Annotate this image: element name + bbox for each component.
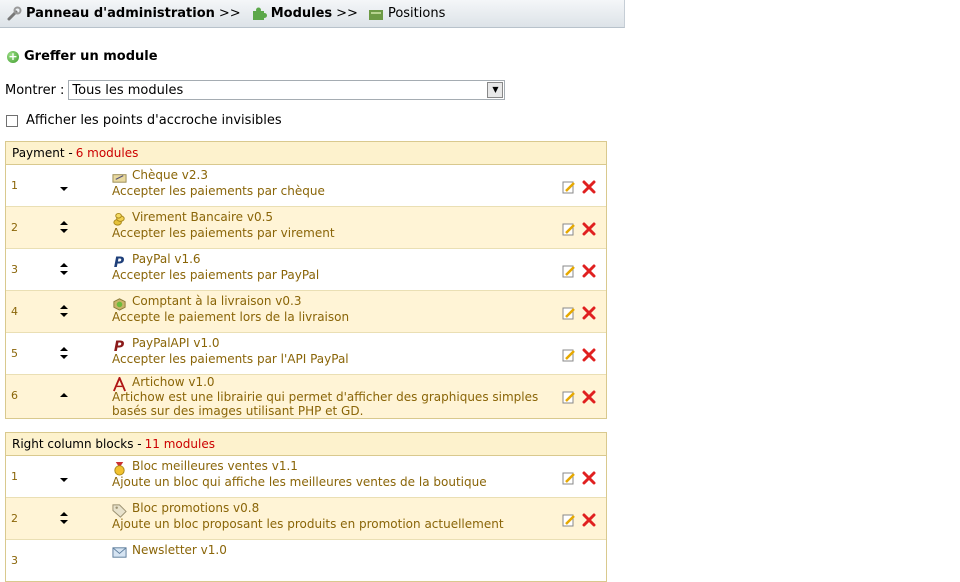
table-row: 2 Virement Bancaire v0.5 Accepter les pa… xyxy=(6,207,606,249)
section-header: Right column blocks - 11 modules xyxy=(6,433,606,456)
invisible-hooks-toggle: Afficher les points d'accroche invisible… xyxy=(6,113,282,128)
row-position: 2 xyxy=(11,221,18,234)
table-row: 2 Bloc promotions v0.8 Ajoute un bloc pr… xyxy=(6,498,606,540)
row-position: 3 xyxy=(11,263,18,276)
breadcrumb: Panneau d'administration >> Modules >> P… xyxy=(0,0,625,28)
section-header: Payment - 6 modules xyxy=(6,142,606,165)
module-description: Ajoute un bloc qui affiche les meilleure… xyxy=(112,475,487,489)
table-row: 5 P PayPalAPI v1.0 Accepter les paiement… xyxy=(6,333,606,375)
breadcrumb-root[interactable]: Panneau d'administration xyxy=(26,6,215,21)
edit-icon[interactable] xyxy=(562,180,576,194)
move-up-down-icon[interactable] xyxy=(58,345,70,361)
module-name: PayPalAPI v1.0 xyxy=(132,336,220,350)
filter-select-value: Tous les modules xyxy=(72,82,184,98)
move-up-icon[interactable] xyxy=(58,387,70,403)
filter-label: Montrer : xyxy=(5,82,65,98)
table-row: 6 Artichow v1.0 Artichow est une librair… xyxy=(6,375,606,418)
edit-icon[interactable] xyxy=(562,222,576,236)
delete-icon[interactable] xyxy=(582,348,596,362)
module-name: Virement Bancaire v0.5 xyxy=(132,210,274,224)
breadcrumb-modules[interactable]: Modules xyxy=(271,6,332,21)
row-position: 1 xyxy=(11,470,18,483)
module-name: Artichow v1.0 xyxy=(132,375,215,389)
delete-icon[interactable] xyxy=(582,390,596,404)
delete-icon[interactable] xyxy=(582,264,596,278)
module-description: Ajoute un bloc proposant les produits en… xyxy=(112,517,504,531)
move-up-down-icon[interactable] xyxy=(58,219,70,235)
section-title: Payment - xyxy=(12,146,73,160)
medal-icon xyxy=(114,461,125,476)
paypal-icon: P xyxy=(114,255,125,269)
module-name: PayPal v1.6 xyxy=(132,252,201,266)
move-down-icon[interactable] xyxy=(58,468,70,484)
table-row: 1 Bloc meilleures ventes v1.1 Ajoute un … xyxy=(6,456,606,498)
add-icon: + xyxy=(7,49,19,63)
module-name: Comptant à la livraison v0.3 xyxy=(132,294,302,308)
move-up-down-icon[interactable] xyxy=(58,261,70,277)
row-position: 6 xyxy=(11,389,18,402)
add-module-link[interactable]: + Greffer un module xyxy=(7,49,158,64)
invisible-hooks-checkbox[interactable] xyxy=(6,114,18,127)
edit-icon[interactable] xyxy=(562,471,576,485)
edit-icon[interactable] xyxy=(562,264,576,278)
move-down-icon[interactable] xyxy=(58,177,70,193)
edit-icon[interactable] xyxy=(562,306,576,320)
delete-icon[interactable] xyxy=(582,222,596,236)
table-row: 1 Chèque v2.3 Accepter les paiements par… xyxy=(6,165,606,207)
hook-section-payment: Payment - 6 modules 1 Chèque v2.3 Accept… xyxy=(5,141,607,419)
cash-box-icon xyxy=(113,298,126,311)
row-position: 1 xyxy=(11,179,18,192)
row-position: 5 xyxy=(11,347,18,360)
invisible-hooks-label: Afficher les points d'accroche invisible… xyxy=(26,113,282,128)
wrench-icon xyxy=(6,6,22,22)
breadcrumb-current: Positions xyxy=(387,6,446,21)
edit-icon[interactable] xyxy=(562,390,576,404)
edit-icon[interactable] xyxy=(562,513,576,527)
section-count: 6 modules xyxy=(75,146,139,160)
svg-text:P: P xyxy=(114,255,125,269)
delete-icon[interactable] xyxy=(582,306,596,320)
section-count: 11 modules xyxy=(144,437,215,451)
module-description: Accepter les paiements par chèque xyxy=(112,184,325,198)
add-module-label: Greffer un module xyxy=(24,49,158,64)
delete-icon[interactable] xyxy=(582,513,596,527)
chevron-down-icon[interactable]: ▼ xyxy=(487,82,504,98)
hook-section-right-column: Right column blocks - 11 modules 1 Bloc … xyxy=(5,432,607,582)
delete-icon[interactable] xyxy=(582,471,596,485)
cheque-icon xyxy=(112,174,127,183)
filter-select[interactable]: Tous les modules ▼ xyxy=(68,80,506,100)
positions-icon xyxy=(368,6,384,22)
module-name: Bloc meilleures ventes v1.1 xyxy=(132,459,298,473)
module-description: Artichow est une librairie qui permet d'… xyxy=(112,390,539,418)
table-row: 3 Newsletter v1.0 xyxy=(6,540,606,581)
tag-icon xyxy=(112,504,127,518)
row-position: 4 xyxy=(11,305,18,318)
breadcrumb-separator: >> xyxy=(336,6,358,21)
delete-icon[interactable] xyxy=(582,180,596,194)
breadcrumb-separator: >> xyxy=(218,6,241,21)
module-name: Chèque v2.3 xyxy=(132,168,208,182)
module-description: Accepter les paiements par PayPal xyxy=(112,268,320,282)
newsletter-icon xyxy=(112,547,127,558)
module-description: Accepter les paiements par l'API PayPal xyxy=(112,352,349,366)
table-row: 4 Comptant à la livraison v0.3 Accepte l… xyxy=(6,291,606,333)
section-title: Right column blocks - xyxy=(12,437,142,451)
move-up-down-icon[interactable] xyxy=(58,510,70,526)
module-name: Bloc promotions v0.8 xyxy=(132,501,260,515)
module-description: Accepte le paiement lors de la livraison xyxy=(112,310,350,324)
row-position: 3 xyxy=(11,554,18,567)
table-row: 3 P PayPal v1.6 Accepter les paiements p… xyxy=(6,249,606,291)
edit-icon[interactable] xyxy=(562,348,576,362)
move-up-down-icon[interactable] xyxy=(58,303,70,319)
svg-text:P: P xyxy=(114,339,125,353)
puzzle-icon xyxy=(251,6,267,22)
row-position: 2 xyxy=(11,512,18,525)
coins-icon xyxy=(113,212,125,226)
module-filter: Montrer : Tous les modules ▼ xyxy=(5,80,506,100)
module-description: Accepter les paiements par virement xyxy=(112,226,335,240)
paypal-api-icon: P xyxy=(114,339,125,353)
module-name: Newsletter v1.0 xyxy=(132,543,227,557)
